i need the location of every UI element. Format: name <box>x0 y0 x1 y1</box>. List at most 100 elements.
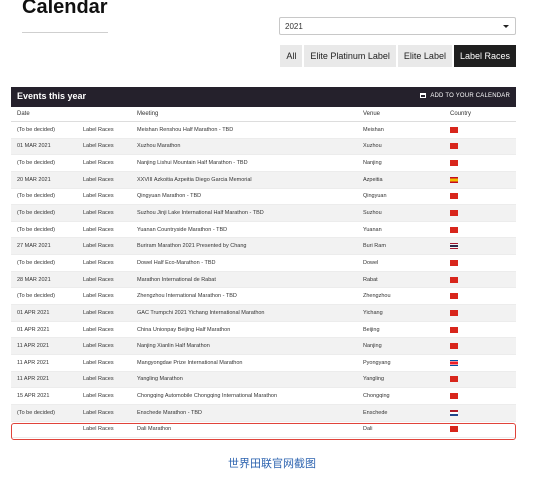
event-meeting[interactable]: XXVIII Azkoitia Azpeitia Diego Garcia Me… <box>137 177 252 183</box>
event-venue: Nanjing <box>363 160 382 167</box>
column-header-meeting: Meeting <box>137 111 159 117</box>
event-date: (To be decided) <box>17 293 55 300</box>
event-meeting[interactable]: Nanjing Lishui Mountain Half Marathon - … <box>137 160 248 166</box>
event-date: (To be decided) <box>17 259 55 266</box>
event-country <box>450 393 458 400</box>
event-category: Label Races <box>83 393 114 400</box>
flag-cn-icon <box>450 326 458 333</box>
table-row[interactable]: (To be decided) Label Races Yuanan Country… <box>11 222 516 239</box>
event-category: Label Races <box>83 359 114 366</box>
event-category: Label Races <box>83 409 114 416</box>
table-row[interactable]: 28 MAR 2021 Label Races Marathon Internati… <box>11 271 516 289</box>
event-meeting[interactable]: Buriram Marathon 2021 Presented by Chang <box>137 243 246 249</box>
event-meeting[interactable]: GAC Trumpchi 2021 Yichang International … <box>137 310 265 316</box>
table-row[interactable]: 01 MAR 2021 Label Races Xuzhou Marathon Xuz… <box>11 138 516 156</box>
event-venue: Zhengzhou <box>363 293 391 300</box>
event-category: Label Races <box>83 176 114 183</box>
table-row[interactable]: (To be decided) Label Races Zhengzhou Inte… <box>11 288 516 306</box>
event-country <box>450 326 458 333</box>
flag-cn-icon <box>450 210 458 217</box>
table-row[interactable]: 11 APR 2021 Label Races Mangyongdae Prize … <box>11 355 516 372</box>
table-row[interactable]: 11 APR 2021 Label Races Yangling Marathon Y… <box>11 371 516 389</box>
table-body: (To be decided) Label Races Meishan Rensho… <box>11 122 516 439</box>
flag-cn-icon <box>450 309 458 316</box>
event-meeting[interactable]: Mangyongdae Prize International Marathon <box>137 360 242 366</box>
table-row[interactable]: 15 APR 2021 Label Races Chongqing Automobi… <box>11 388 516 405</box>
event-category: Label Races <box>83 376 114 383</box>
event-venue: Dali <box>363 426 373 433</box>
event-country <box>450 143 458 150</box>
flag-cn-icon <box>450 193 458 200</box>
event-date: 15 APR 2021 <box>17 393 50 400</box>
event-category: Label Races <box>83 210 114 217</box>
table-row[interactable]: 11 APR 2021 Label Races Nanjing Xianlin Ha… <box>11 338 516 355</box>
event-venue: Enschede <box>363 409 388 416</box>
event-date: (To be decided) <box>17 210 55 217</box>
event-country <box>450 343 458 350</box>
year-select[interactable]: 2021 <box>279 17 516 35</box>
event-venue: Dowel <box>363 259 379 266</box>
filter-elite-platinum-button[interactable]: Elite Platinum Label <box>304 45 396 67</box>
event-meeting[interactable]: Chongqing Automobile Chongqing Internati… <box>137 393 277 399</box>
table-row[interactable]: (To be decided) Label Races Enschede Marat… <box>11 404 516 422</box>
flag-cn-icon <box>450 143 458 150</box>
event-meeting[interactable]: Dali Marathon <box>137 426 171 432</box>
flag-cn-icon <box>450 376 458 383</box>
table-row[interactable]: (To be decided) Label Races Nanjing Lishui… <box>11 155 516 172</box>
event-meeting[interactable]: Marathon International de Rabat <box>137 277 216 283</box>
event-venue: Yichang <box>363 309 383 316</box>
event-meeting[interactable]: Yangling Marathon <box>137 376 183 382</box>
flag-es-icon <box>450 176 458 183</box>
event-date: 01 MAR 2021 <box>17 143 51 150</box>
event-country <box>450 409 458 416</box>
event-meeting[interactable]: Nanjing Xianlin Half Marathon <box>137 343 210 349</box>
table-row[interactable]: Label Races Dali Marathon Dali <box>11 422 516 439</box>
event-meeting[interactable]: Qingyuan Marathon - TBD <box>137 193 201 199</box>
event-country <box>450 226 458 233</box>
page-title: Calendar <box>22 0 108 18</box>
event-venue: Yuanan <box>363 226 382 233</box>
table-row[interactable]: 01 APR 2021 Label Races China Unionpay Bei… <box>11 322 516 339</box>
event-category: Label Races <box>83 126 114 133</box>
event-meeting[interactable]: Zhengzhou International Marathon - TBD <box>137 293 237 299</box>
table-row[interactable]: 27 MAR 2021 Label Races Buriram Marathon 2… <box>11 238 516 256</box>
filter-tabs: All Elite Platinum Label Elite Label Lab… <box>278 45 516 67</box>
calendar-icon <box>420 93 427 98</box>
event-country <box>450 193 458 200</box>
add-to-calendar-link[interactable]: ADD TO YOUR CALENDAR <box>420 93 510 99</box>
event-meeting[interactable]: Xuzhou Marathon <box>137 143 180 149</box>
flag-cn-icon <box>450 393 458 400</box>
event-country <box>450 259 458 266</box>
event-category: Label Races <box>83 160 114 167</box>
event-venue: Buri Ram <box>363 243 386 250</box>
event-date: 28 MAR 2021 <box>17 276 51 283</box>
event-date: (To be decided) <box>17 409 55 416</box>
event-country <box>450 426 458 433</box>
event-venue: Azpeitia <box>363 176 383 183</box>
event-meeting[interactable]: Meishan Renshou Half Marathon - TBD <box>137 127 233 133</box>
event-category: Label Races <box>83 226 114 233</box>
event-date: (To be decided) <box>17 226 55 233</box>
event-date: (To be decided) <box>17 160 55 167</box>
table-row[interactable]: 01 APR 2021 Label Races GAC Trumpchi 2021 … <box>11 305 516 322</box>
flag-cn-icon <box>450 426 458 433</box>
event-meeting[interactable]: China Unionpay Beijing Half Marathon <box>137 327 230 333</box>
event-meeting[interactable]: Enschede Marathon - TBD <box>137 410 202 416</box>
table-row[interactable]: (To be decided) Label Races Suzhou Jinji L… <box>11 205 516 222</box>
table-row[interactable]: (To be decided) Label Races Meishan Rensho… <box>11 122 516 139</box>
event-country <box>450 176 458 183</box>
table-header-row: Date Meeting Venue Country <box>11 107 516 122</box>
filter-all-button[interactable]: All <box>280 45 303 67</box>
filter-elite-label-button[interactable]: Elite Label <box>397 45 452 67</box>
event-meeting[interactable]: Dowel Half Eco-Marathon - TBD <box>137 260 215 266</box>
flag-nl-icon <box>450 409 458 416</box>
title-underline <box>22 32 108 33</box>
table-row[interactable]: 20 MAR 2021 Label Races XXVIII Azkoitia Az… <box>11 171 516 189</box>
flag-cn-icon <box>450 126 458 133</box>
flag-cn-icon <box>450 276 458 283</box>
filter-label-races-button[interactable]: Label Races <box>453 45 516 67</box>
event-meeting[interactable]: Suzhou Jinji Lake International Half Mar… <box>137 210 264 216</box>
event-meeting[interactable]: Yuanan Countryside Marathon - TBD <box>137 227 227 233</box>
table-row[interactable]: (To be decided) Label Races Dowel Half Eco… <box>11 255 516 272</box>
table-row[interactable]: (To be decided) Label Races Qingyuan Marat… <box>11 189 516 206</box>
